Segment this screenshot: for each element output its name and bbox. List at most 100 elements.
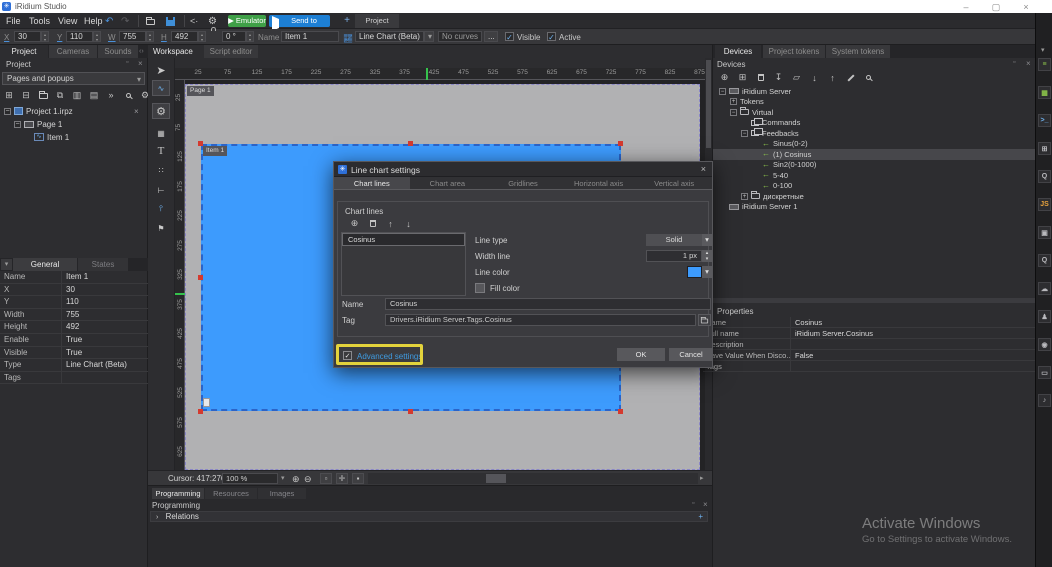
fill-color-checkbox[interactable] [475,283,485,293]
snap-object-icon[interactable]: ✛ [336,473,348,484]
tab-general[interactable]: General [13,258,77,271]
tree-row-page[interactable]: − Page 1 [14,118,62,130]
maximize-button[interactable]: ▢ [988,2,1004,13]
expander-icon[interactable]: + [730,98,737,105]
resize-handle-ne[interactable] [618,141,623,146]
menu-view[interactable]: View [58,16,77,26]
scroll-right-icon[interactable]: ▸ [700,474,704,482]
resize-handle-nw[interactable] [198,141,203,146]
pin-panel-icon[interactable]: ▫ [1013,59,1015,66]
project-tab[interactable]: Project 1.irpz* [355,14,399,28]
active-checkbox[interactable]: ✓ [547,32,556,41]
add-device-icon[interactable]: ⊕ [717,71,732,84]
open-project-icon[interactable] [146,15,155,27]
property-row[interactable]: EnableTrue [0,334,148,347]
import-device-icon[interactable]: ↧ [771,71,786,84]
zoom-in-icon[interactable]: ⊕ [292,473,300,485]
property-row[interactable]: TypeLine Chart (Beta) [0,359,148,372]
store-icon[interactable]: ▦ [1038,86,1051,99]
transfer-icon[interactable]: ♟ [1038,310,1051,323]
property-row[interactable]: Tags [703,361,1035,372]
property-row[interactable]: VisibleTrue [0,347,148,360]
tag-input[interactable]: Drivers.iRidium Server.Tags.Cosinus [385,314,696,326]
undo-icon[interactable]: ↶ [105,15,113,27]
scrollbar-thumb[interactable] [706,60,711,148]
delete-line-icon[interactable] [365,217,380,230]
sound-icon[interactable]: ♪ [1038,394,1051,407]
gallery-icon[interactable]: ≡ [1038,58,1051,71]
tab-project[interactable]: Project [0,45,48,58]
expander-icon[interactable]: − [719,88,726,95]
resize-handle-w[interactable] [198,275,203,280]
property-row[interactable]: Description [703,339,1035,350]
zoom-out-icon[interactable]: ⊖ [304,473,312,485]
height-stepper[interactable]: ▴▾ [198,31,206,42]
close-panel-icon[interactable]: × [703,500,708,509]
redo-icon[interactable]: ↷ [121,15,129,27]
menu-help[interactable]: Help [84,16,103,26]
expander-icon[interactable]: − [4,108,11,115]
flag-tool-icon[interactable]: ⚑ [152,220,170,236]
device-tree-row[interactable]: −Virtual [713,107,1036,118]
share-icon[interactable]: <· [190,15,198,27]
widgets-icon[interactable]: ▣ [1038,226,1051,239]
device-tree-row[interactable]: +Tokens [713,97,1036,108]
device-tree-row[interactable]: ←0-100 [713,181,1036,192]
resize-handle-se[interactable] [618,409,623,414]
emulator-button[interactable]: ▶ Emulator [228,15,266,27]
dialog-tab-horizontal-axis[interactable]: Horizontal axis [561,177,637,189]
camera-icon[interactable]: ◉ [1038,338,1051,351]
duplicate-icon[interactable]: ⧉ [53,89,67,101]
edit-device-icon[interactable] [843,71,858,84]
move-down-icon[interactable]: ↓ [807,71,822,84]
property-row[interactable]: NameItem 1 [0,271,148,284]
width-line-stepper[interactable]: ▴▾ [702,250,712,262]
device-tree-row[interactable]: Commands [713,118,1036,129]
dialog-tab-gridlines[interactable]: Gridlines [485,177,561,189]
add-relation-button[interactable]: + [698,512,703,522]
snap-guides-icon[interactable]: ▪ [352,473,364,484]
clone-device-icon[interactable]: ⊞ [735,71,750,84]
expander-icon[interactable]: + [741,193,748,200]
interfaces-icon[interactable]: ⊞ [1038,142,1051,155]
tab-resources[interactable]: Resources [205,488,257,499]
search-icon[interactable] [121,89,135,101]
pages-popups-dropdown[interactable]: Pages and popups▾ [2,72,145,85]
settings-gear-icon[interactable]: ⚙ [208,15,217,27]
property-row[interactable]: X30 [0,284,148,297]
height-input[interactable]: 492 [171,31,198,42]
panel-tool-icon[interactable]: ⊢ [152,182,170,198]
minimize-button[interactable]: – [958,2,974,12]
more-icon[interactable]: » [104,89,118,101]
curves-field[interactable]: No curves [438,31,482,42]
resize-handle-s[interactable] [408,409,413,414]
dialog-tab-chart-area[interactable]: Chart area [410,177,486,189]
cancel-button[interactable]: Cancel [669,348,713,361]
tab-images[interactable]: Images [258,488,306,499]
send-to-transfer-button[interactable]: Send to Transfer [269,15,330,27]
menu-file[interactable]: File [6,16,21,26]
tab-cameras[interactable]: Cameras [49,45,97,58]
device-tree-row[interactable]: ←(1) Cosinus [713,149,1036,160]
pin-panel-icon[interactable]: ▫ [692,500,694,507]
snap-grid-icon[interactable]: ▫ [320,473,332,484]
chart-line-list-item[interactable]: Cosinus [342,233,465,246]
macros-alt-icon[interactable]: Q [1038,254,1051,267]
add-folder-icon[interactable] [36,89,50,101]
line-chart-tool-icon[interactable]: ∿ [152,80,170,96]
line-color-swatch[interactable] [687,266,702,278]
device-tree-row[interactable]: −Feedbacks [713,128,1036,139]
dialog-tab-vertical-axis[interactable]: Vertical axis [636,177,712,189]
dialog-close-icon[interactable]: × [701,164,706,174]
close-project-icon[interactable]: × [134,107,139,116]
expander-icon[interactable]: − [741,130,748,137]
tab-script-editor[interactable]: Script editor [204,45,258,58]
tag-device-icon[interactable]: ▱ [789,71,804,84]
new-project-tab-button[interactable]: + [341,15,353,27]
tree-row-item[interactable]: ∿ Item 1 [34,131,69,143]
image-tool-icon[interactable]: ▦ [152,125,170,141]
level-tool-icon[interactable]: ⫯ [152,201,170,217]
tab-scroll-icons[interactable]: ‹› [139,48,144,55]
property-row[interactable]: Full nameiRidium Server.Cosinus [703,328,1035,339]
delete-device-icon[interactable] [753,71,768,84]
